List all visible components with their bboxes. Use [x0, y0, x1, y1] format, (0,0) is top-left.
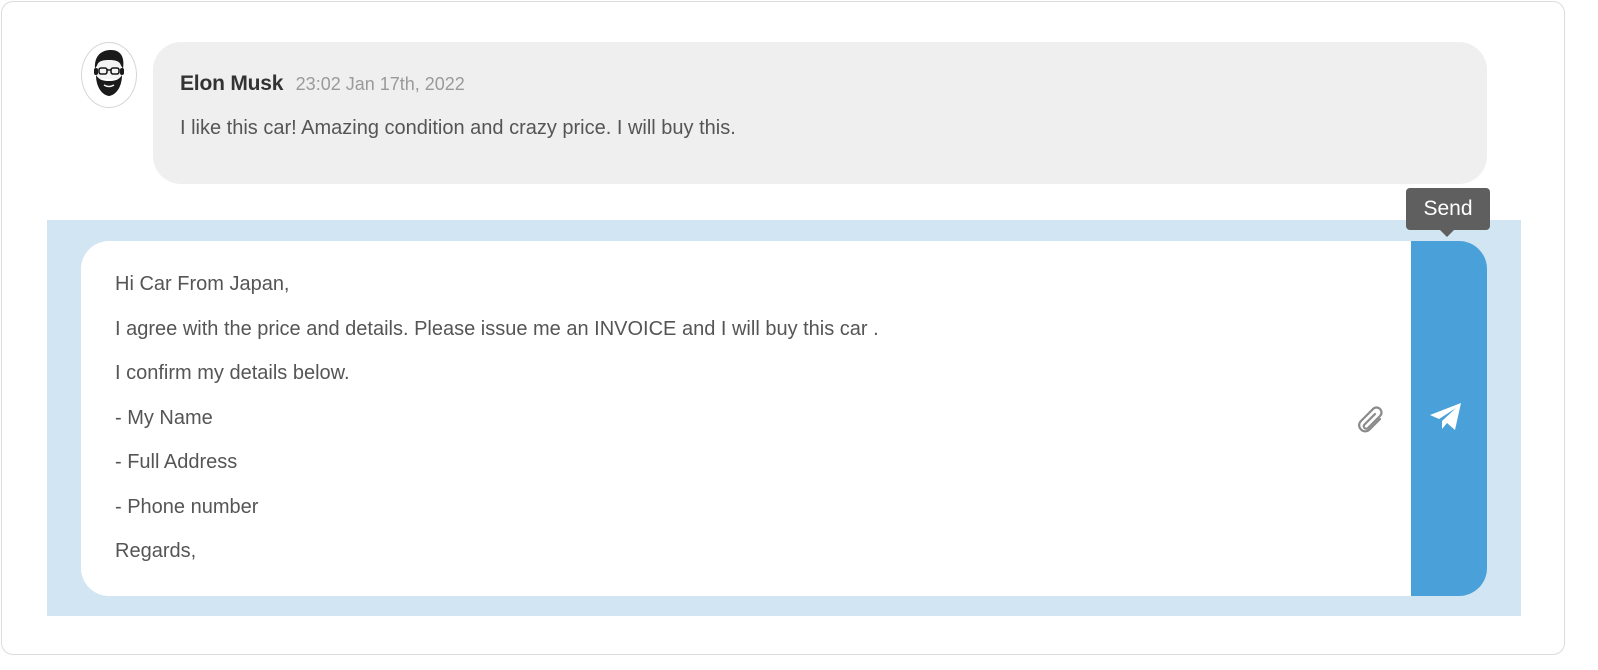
message-line: - Full Address: [115, 451, 238, 473]
message-line: - Phone number: [115, 495, 259, 518]
paper-plane-icon: [1430, 403, 1461, 430]
message-line: Regards,: [115, 540, 197, 562]
message-text[interactable]: Hi Car From Japan, I agree with the pric…: [115, 269, 879, 581]
comment-header: Elon Musk 23:02 Jan 17th, 2022: [180, 72, 465, 96]
bearded-man-avatar-icon: [94, 50, 124, 96]
message-input[interactable]: Hi Car From Japan, I agree with the pric…: [81, 241, 1411, 596]
comment-bubble: Elon Musk 23:02 Jan 17th, 2022 I like th…: [153, 42, 1487, 184]
tooltip-arrow: [1440, 230, 1454, 237]
message-line: Hi Car From Japan,: [115, 273, 290, 295]
send-tooltip: Send: [1406, 188, 1490, 230]
paperclip-icon: [1358, 406, 1383, 433]
message-line: I agree with the price and details. Plea…: [115, 317, 879, 340]
message-line: I confirm my details below.: [115, 362, 350, 384]
message-line: - My Name: [115, 406, 213, 429]
avatar: [81, 42, 137, 108]
attach-button[interactable]: [1349, 400, 1385, 436]
comment-author: Elon Musk: [180, 72, 284, 95]
send-button[interactable]: [1411, 241, 1487, 596]
comment-text: I like this car! Amazing condition and c…: [180, 117, 736, 139]
comment-timestamp: 23:02 Jan 17th, 2022: [295, 74, 465, 94]
